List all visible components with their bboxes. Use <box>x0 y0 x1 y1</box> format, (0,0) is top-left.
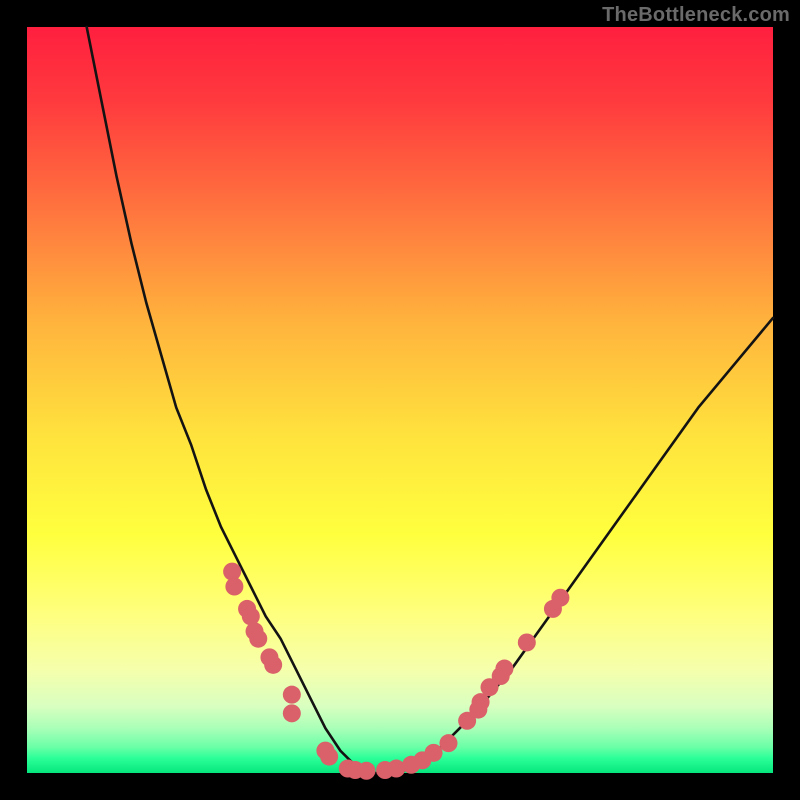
data-marker <box>425 744 443 762</box>
data-marker <box>551 589 569 607</box>
data-marker <box>264 656 282 674</box>
data-marker <box>357 762 375 780</box>
bottleneck-curve <box>87 27 773 773</box>
data-marker <box>439 734 457 752</box>
watermark-text: TheBottleneck.com <box>602 4 790 27</box>
chart-svg <box>27 27 773 773</box>
data-marker <box>495 660 513 678</box>
data-marker <box>518 633 536 651</box>
data-marker <box>249 630 267 648</box>
data-marker <box>283 704 301 722</box>
marker-layer <box>223 563 569 780</box>
data-marker <box>320 748 338 766</box>
data-marker <box>225 578 243 596</box>
data-marker <box>283 686 301 704</box>
data-marker <box>472 693 490 711</box>
